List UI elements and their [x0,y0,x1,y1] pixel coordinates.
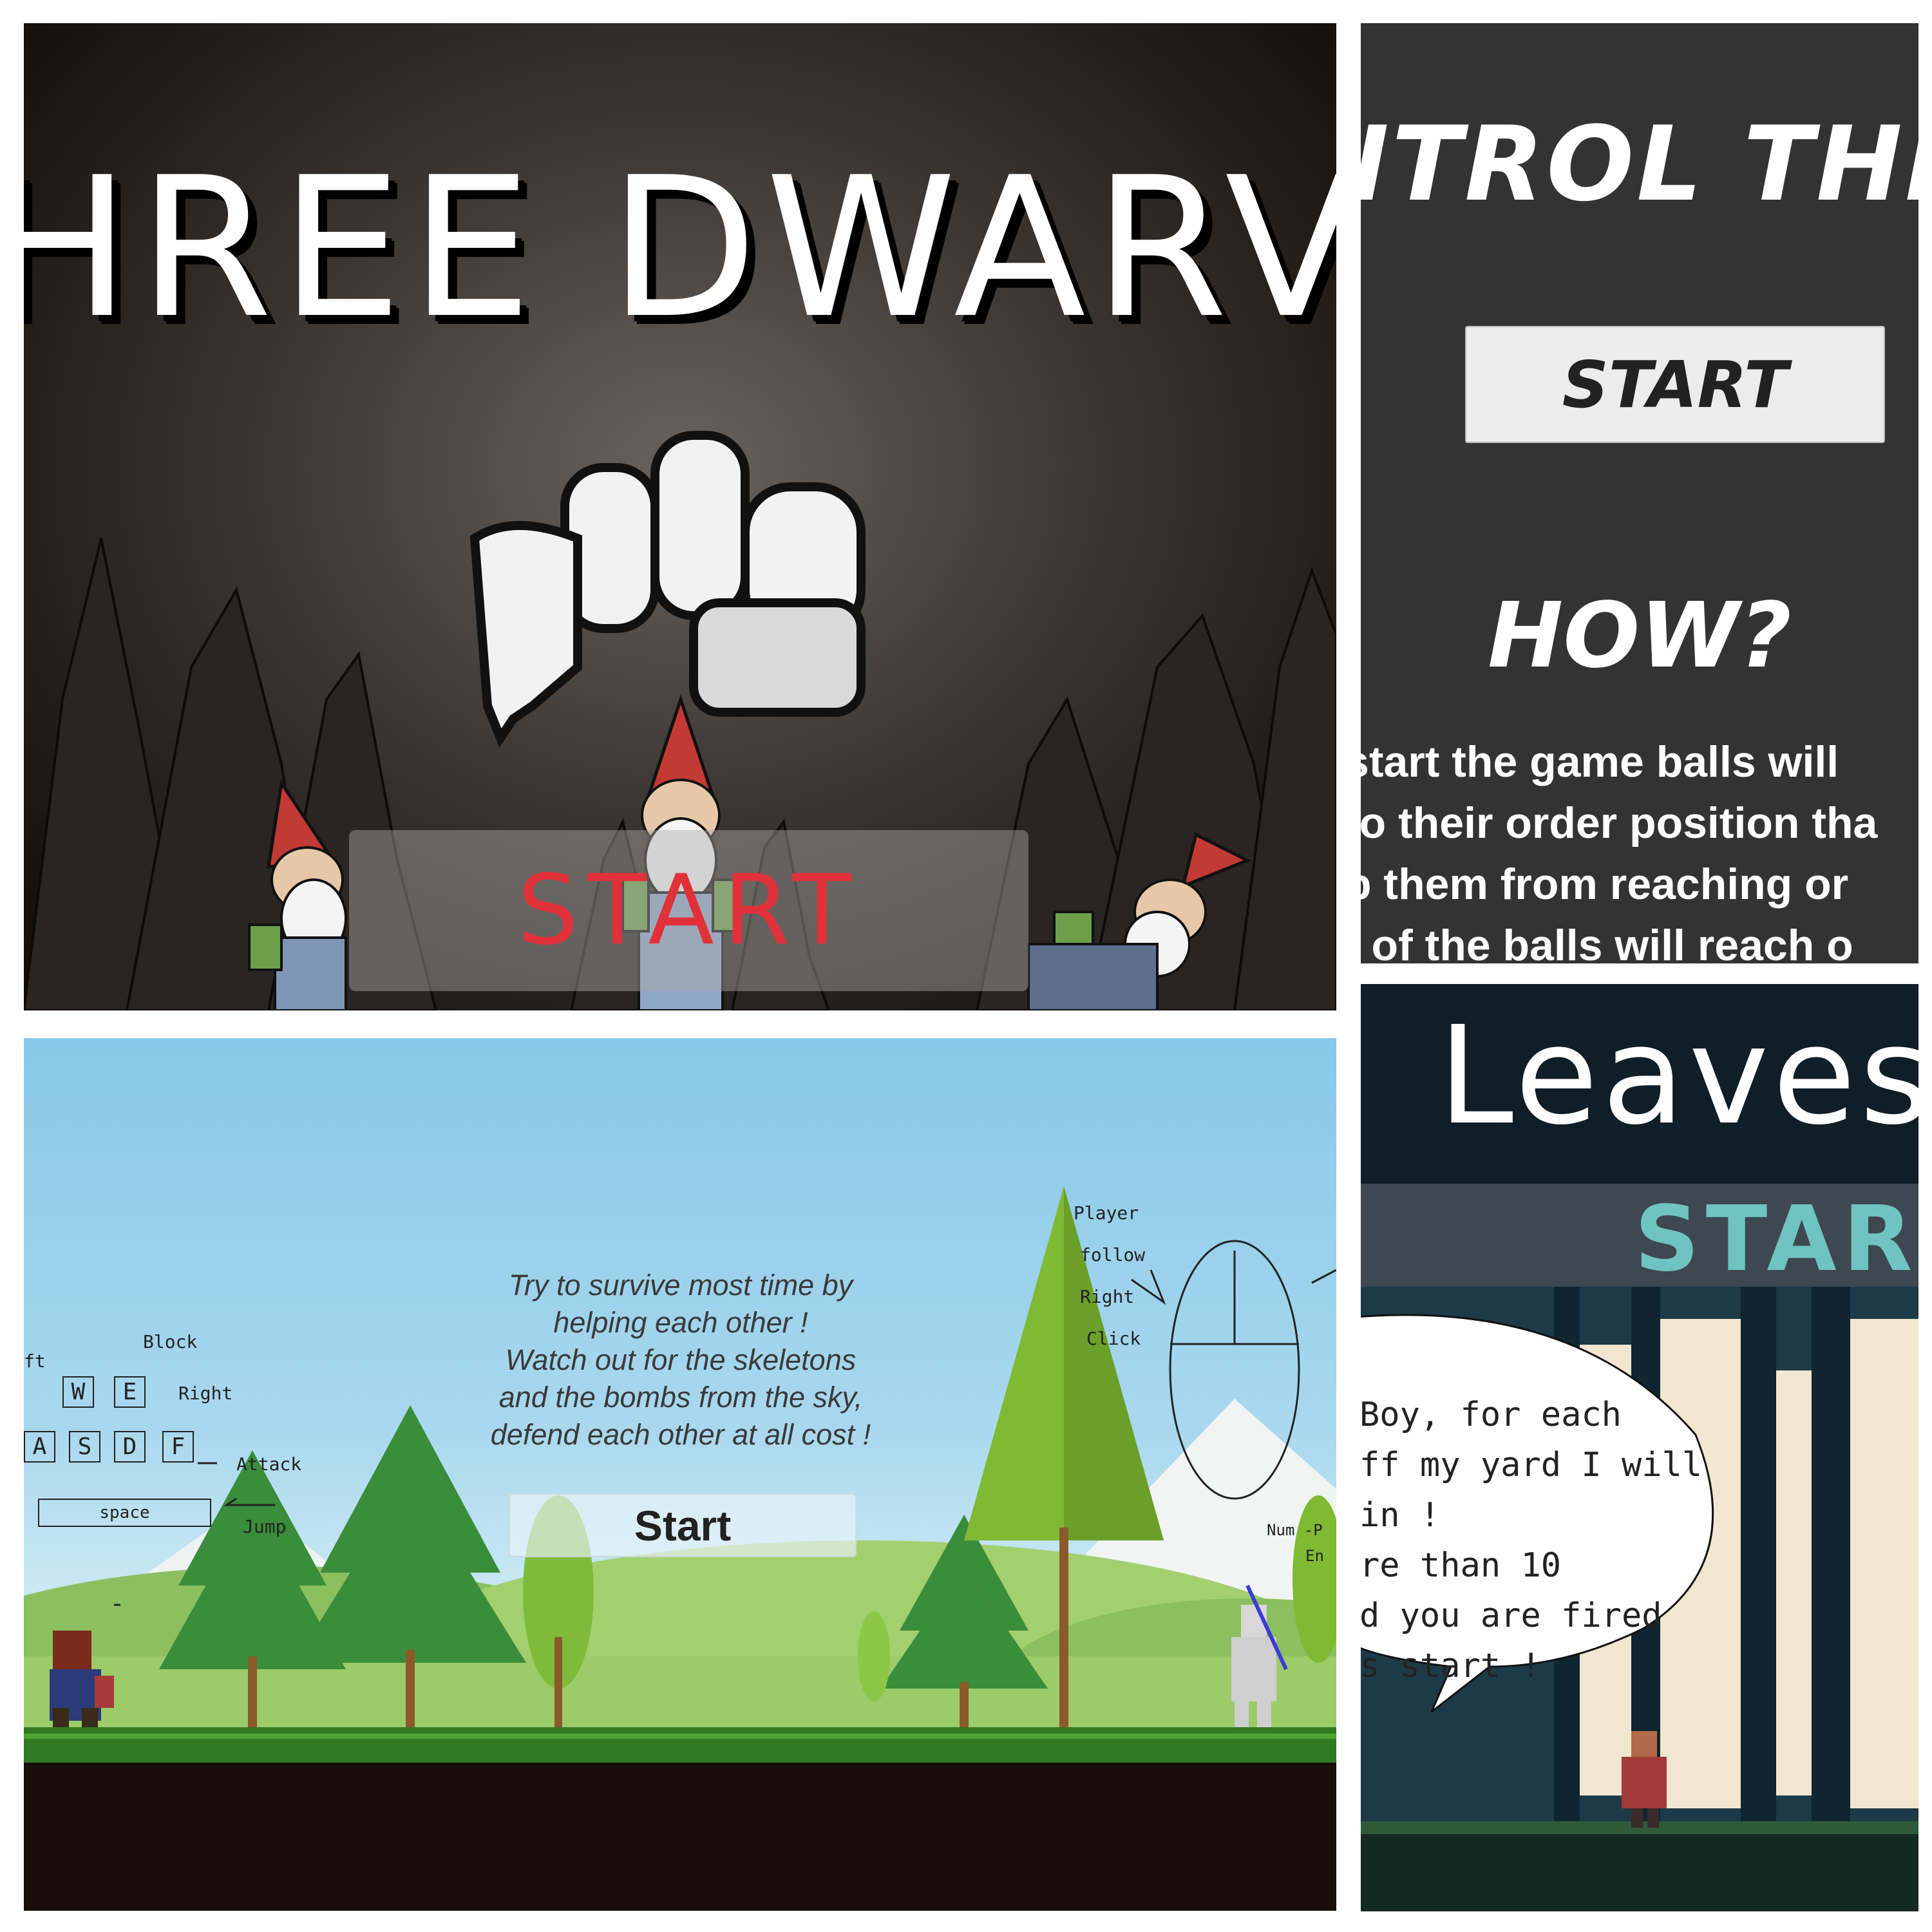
key-f: F [162,1431,194,1463]
bubble-line: Boy, for each [1361,1396,1622,1434]
note-right-click: Right [1080,1286,1135,1307]
instruction-line: p them from reaching or [1361,860,1849,909]
key-d: D [114,1431,146,1463]
instruction-line: Try to survive most time by [508,1269,853,1302]
survive-game-panel: W E A S D F space ft Block Right Attack … [24,1038,1336,1911]
note-block: Block [143,1331,198,1352]
instructions-text: start the game balls will to their order… [1361,732,1877,963]
instruction-line: f of the balls will reach o [1361,921,1853,963]
note-jump: Jump [243,1516,287,1537]
instruction-line: to their order position tha [1361,799,1878,848]
note-attack: Attack [236,1454,302,1475]
key-space: space [38,1499,211,1527]
start-button[interactable]: Start [509,1493,857,1557]
note-follow: follow [1080,1244,1146,1265]
game-title: NTROL THE C [1361,104,1918,224]
note-en: En [1305,1547,1324,1565]
key-e: E [114,1376,146,1408]
start-button[interactable]: START [1465,326,1885,443]
instruction-line: helping each other ! [553,1306,808,1339]
leaves-game-panel: Leaves STAR Boy, for each ff my yard I w… [1361,984,1918,1911]
bubble-line: in ! [1361,1496,1441,1535]
start-button[interactable]: STAR [1634,1187,1918,1292]
bubble-line: s start ! [1361,1647,1541,1685]
forest-background [24,1186,1336,1911]
speech-bubble-text: Boy, for each ff my yard I will in ! re … [1361,1390,1702,1691]
start-button[interactable]: START [349,830,1028,991]
pointing-hand-icon [469,431,866,748]
note-click: Click [1086,1328,1141,1349]
control-game-panel: NTROL THE C START HOW? start the game ba… [1361,23,1918,963]
key-a: A [24,1431,55,1463]
note-left: ft [24,1350,46,1372]
key-w: W [62,1376,94,1408]
how-heading: HOW? [1488,583,1792,688]
note-right: Right [178,1383,233,1404]
note-player: Player [1074,1202,1139,1224]
bubble-line: ff my yard I will [1361,1446,1703,1484]
bubble-line: d you are fired [1361,1596,1662,1635]
note-num: Num -P [1267,1521,1323,1539]
instructions-text: Try to survive most time by helping each… [423,1267,938,1454]
game-title: HREE DWARVE [24,136,1336,361]
key-s: S [69,1431,100,1463]
instruction-line: Watch out for the skeletons [505,1343,857,1376]
instruction-line: start the game balls will [1361,737,1839,786]
instruction-line: defend each other at all cost ! [490,1418,871,1451]
bubble-line: re than 10 [1361,1546,1562,1585]
instruction-line: and the bombs from the sky, [498,1381,863,1414]
game-title: Leaves [1438,997,1918,1155]
three-dwarves-panel: HREE DWARVE START [24,23,1336,1010]
